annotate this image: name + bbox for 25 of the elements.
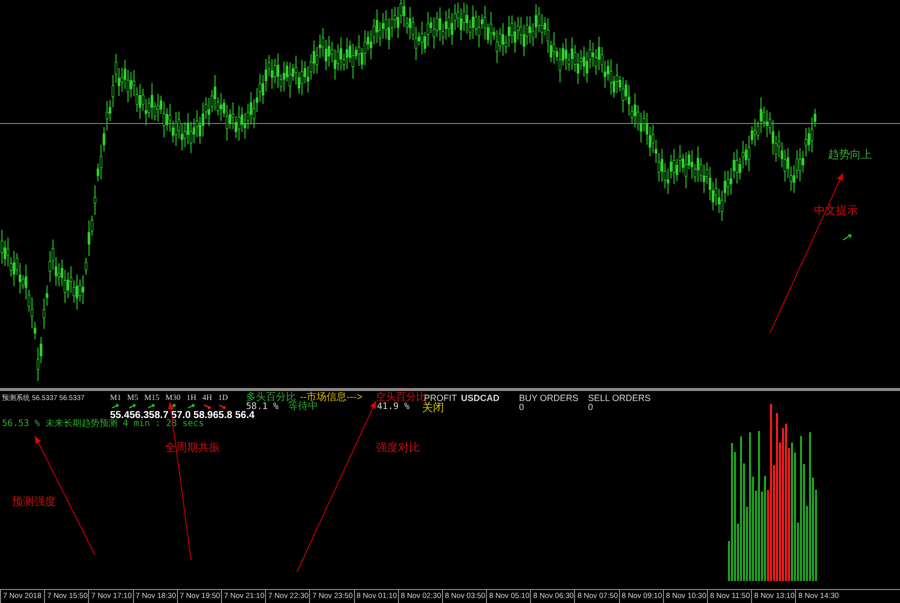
chart-annotation: 强度对比	[376, 443, 420, 454]
bull-value: 58.1 %	[246, 403, 279, 412]
timeframe-label: M1	[110, 394, 122, 402]
buy-orders-value: 0	[519, 403, 524, 412]
chart-annotation: 中文提示	[814, 206, 858, 217]
timeframe-label: 4H	[202, 394, 212, 402]
timeframe-label: M15	[144, 394, 160, 402]
profit-state: 关闭	[422, 403, 444, 414]
chart-annotation: 全周期共振	[165, 443, 220, 454]
profit-label: PROFIT	[424, 394, 457, 403]
symbol-text: USDCAD	[461, 394, 500, 403]
sell-orders-label: SELL ORDERS	[588, 394, 651, 403]
chart-annotation: 预测强度	[12, 497, 56, 508]
bull-label: 多头百分比	[246, 393, 296, 403]
arrow-icon	[843, 234, 852, 241]
timeframe-label: 1D	[218, 394, 228, 402]
bear-label: 空头百分比	[376, 393, 426, 403]
timeframe-label: M5	[127, 394, 138, 402]
sell-orders-value: 0	[588, 403, 594, 412]
timeframe-label: M30	[165, 394, 180, 402]
chart-annotation: 趋势向上	[828, 150, 872, 161]
bear-value: 41.9 %	[377, 403, 410, 412]
timeframe-label: 1H	[186, 394, 196, 402]
buy-orders-label: BUY ORDERS	[519, 394, 578, 403]
status-text: 等待中	[288, 402, 318, 412]
